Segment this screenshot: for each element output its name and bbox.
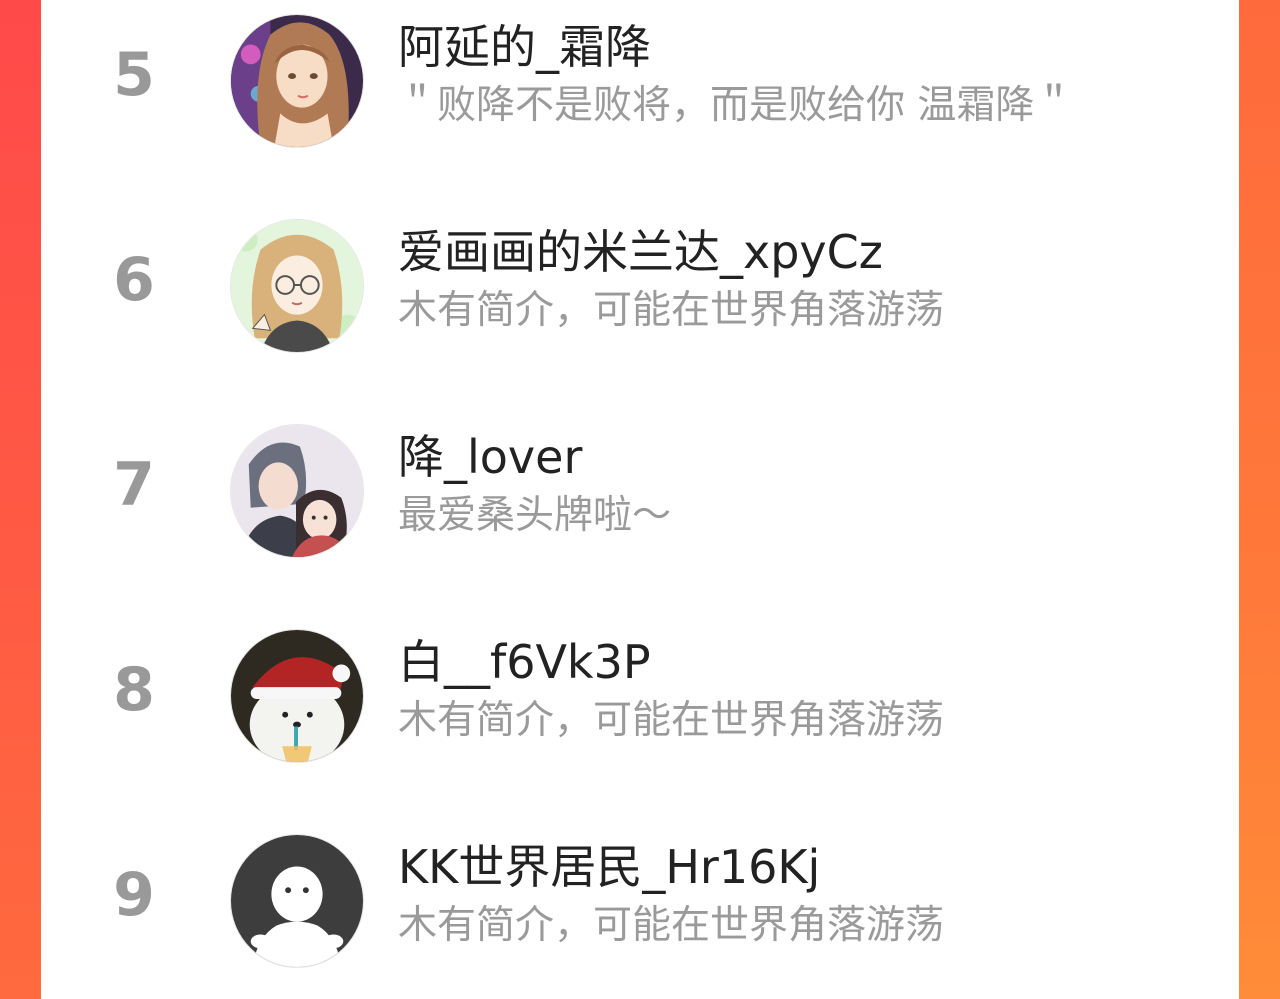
list-item[interactable]: 6 爱画画的米兰达_xpyCz 木有简介，可能在世界角落游荡 [41, 205, 1239, 355]
list-item[interactable]: 5 阿延的_霜降 ＂败降不是败将，而是败给你 温霜降＂ [41, 0, 1239, 150]
avatar[interactable] [230, 219, 364, 353]
rank-number: 5 [113, 40, 155, 110]
user-bio: 木有简介，可能在世界角落游荡 [398, 288, 945, 333]
anime-girl-avatar-icon [231, 15, 363, 147]
avatar[interactable] [230, 14, 364, 148]
right-accent-edge [1239, 0, 1280, 999]
rank-number: 9 [113, 860, 155, 930]
user-name[interactable]: KK世界居民_Hr16Kj [398, 836, 820, 898]
drawn-girl-glasses-avatar-icon [231, 220, 363, 352]
user-bio: 木有简介，可能在世界角落游荡 [398, 698, 945, 743]
user-bio: 木有简介，可能在世界角落游荡 [398, 903, 945, 948]
user-bio: ＂败降不是败将，而是败给你 温霜降＂ [398, 83, 1074, 128]
user-name[interactable]: 降_lover [398, 426, 582, 488]
ranking-list: 5 阿延的_霜降 ＂败降不是败将，而是败给你 温霜降＂ 6 爱画画的米兰达_xp… [41, 0, 1239, 999]
user-bio: 最爱桑头牌啦～ [398, 493, 672, 538]
user-name[interactable]: 白__f6Vk3P [398, 631, 651, 693]
avatar[interactable] [230, 834, 364, 968]
anime-couple-avatar-icon [231, 425, 363, 557]
rank-number: 6 [113, 245, 155, 315]
left-accent-edge [0, 0, 41, 999]
rank-number: 8 [113, 655, 155, 725]
avatar[interactable] [230, 424, 364, 558]
user-name[interactable]: 阿延的_霜降 [398, 16, 651, 78]
list-item[interactable]: 7 降_lover 最爱桑头牌啦～ [41, 410, 1239, 560]
user-name[interactable]: 爱画画的米兰达_xpyCz [398, 221, 883, 283]
avatar[interactable] [230, 629, 364, 763]
rank-number: 7 [113, 450, 155, 520]
default-user-avatar-icon [231, 835, 363, 967]
list-item[interactable]: 9 KK世界居民_Hr16Kj 木有简介，可能在世界角落游荡 [41, 820, 1239, 970]
list-item[interactable]: 8 白__f6Vk3P 木有简介，可能在世界角落游荡 [41, 615, 1239, 765]
polar-bear-santa-hat-avatar-icon [231, 630, 363, 762]
